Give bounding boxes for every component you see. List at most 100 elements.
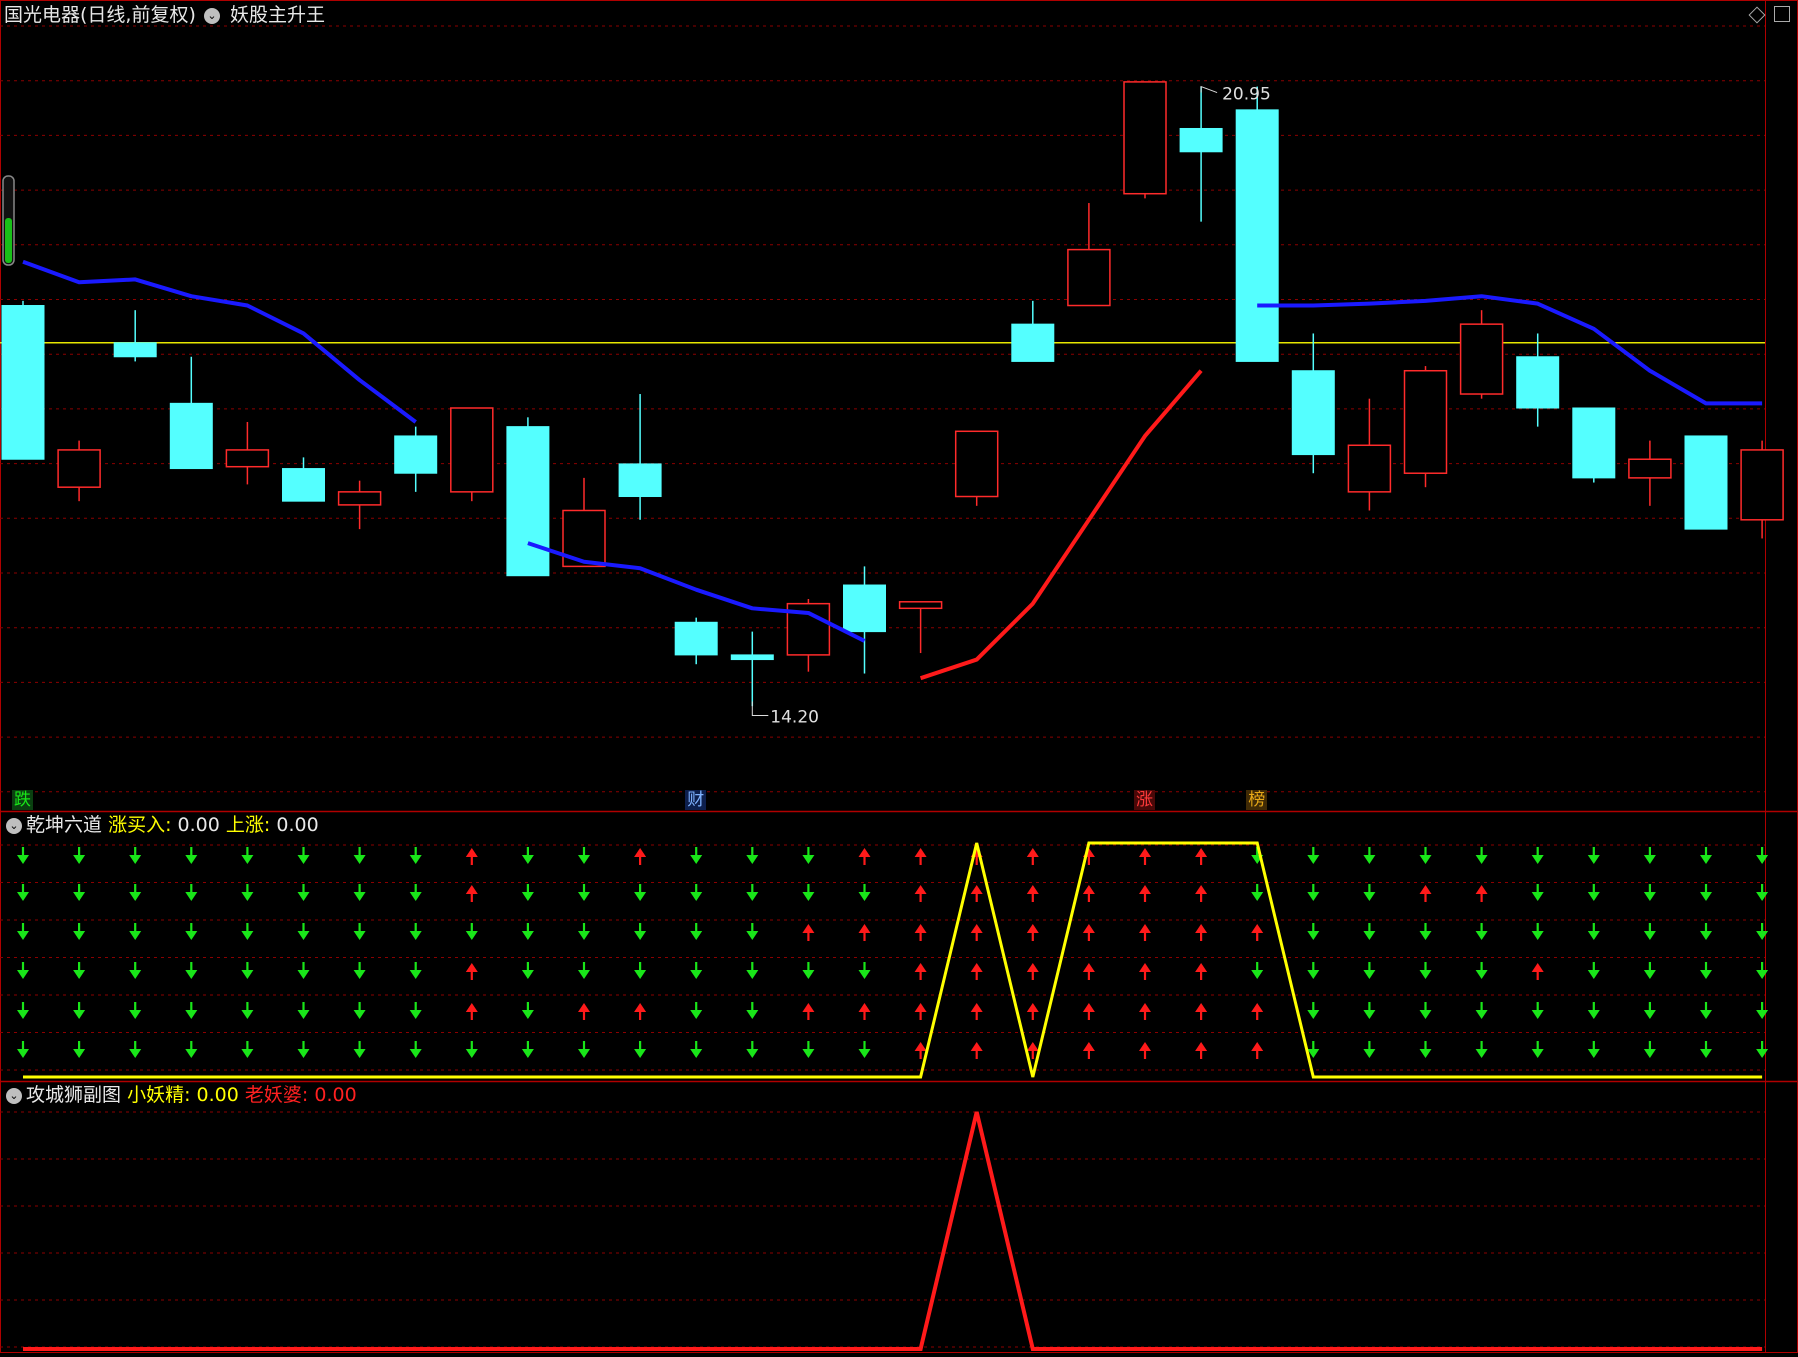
arrow-head (353, 970, 366, 979)
arrow-head (634, 1049, 647, 1058)
arrow-down-icon (1363, 884, 1376, 901)
chevron-down-icon[interactable]: ⌄ (6, 1087, 22, 1104)
arrow-down-icon (73, 1041, 86, 1058)
arrow-head (241, 892, 254, 901)
arrow-down-icon (690, 884, 703, 901)
arrow-up-icon (1026, 885, 1039, 902)
arrow-head (1475, 970, 1488, 979)
arrow-down-icon (1700, 1041, 1712, 1058)
arrow-head (185, 855, 198, 864)
arrow-head (858, 848, 871, 857)
arrow-head (17, 1049, 29, 1058)
arrow-down-icon (73, 923, 86, 940)
candle-body (1459, 323, 1504, 395)
indicator-name[interactable]: 妖股主升王 (230, 4, 325, 26)
arrow-head (297, 855, 310, 864)
arrow-down-icon (1643, 847, 1656, 864)
chevron-down-icon[interactable]: ⌄ (6, 817, 22, 834)
candle-body (1572, 407, 1616, 479)
low-price-pointer (751, 701, 769, 716)
arrow-head (1082, 885, 1095, 894)
arrow-head (297, 1010, 310, 1019)
arrow-head (241, 1049, 254, 1058)
arrow-head (1475, 885, 1488, 894)
arrow-down-icon (1643, 1002, 1656, 1019)
arrow-head (1643, 892, 1656, 901)
arrow-head (1475, 931, 1488, 940)
candle (954, 430, 999, 506)
arrow-head (914, 924, 927, 933)
arrow-head (73, 1049, 86, 1058)
restore-window-icon[interactable] (1774, 6, 1790, 22)
arrow-head (1082, 924, 1095, 933)
arrow-head (1475, 855, 1488, 864)
arrow-head (1195, 885, 1208, 894)
arrow-up-icon (1139, 924, 1151, 941)
arrow-head (297, 931, 310, 940)
arrow-head (465, 1049, 478, 1058)
arrow-down-icon (1756, 923, 1769, 940)
candle (1572, 407, 1616, 483)
candle (1403, 366, 1448, 488)
arrow-up-icon (1082, 924, 1095, 941)
event-tag[interactable]: 财 (685, 790, 707, 810)
event-tag[interactable]: 涨 (1134, 790, 1155, 810)
arrow-down-icon (1587, 962, 1600, 979)
candle-body (506, 426, 550, 577)
arrow-down-icon (521, 1002, 534, 1019)
arrow-head (914, 848, 927, 857)
candle (1291, 333, 1335, 474)
chevron-down-icon[interactable]: ⌄ (203, 7, 220, 24)
arrow-head (1307, 855, 1320, 864)
arrow-head (1026, 1042, 1039, 1051)
stock-chart-window[interactable]: 20.95 14.20 国光电器(日线,前复权) ⌄ 妖股主升王 ⌄ 乾坤六道 涨买… (0, 0, 1798, 1353)
indicator2-header: ⌄ 攻城狮副图 小妖精: 0.00 老妖婆: 0.00 (4, 1084, 357, 1106)
indicator2-title[interactable]: 攻城狮副图 (26, 1084, 121, 1106)
candle (843, 566, 886, 674)
arrow-down-icon (578, 923, 590, 940)
arrow-head (634, 931, 647, 940)
arrow-down-icon (690, 1041, 703, 1058)
arrow-head (17, 1010, 29, 1019)
candle (1235, 86, 1279, 362)
arrow-down-icon (353, 847, 366, 864)
arrow-head (185, 1049, 198, 1058)
chart-canvas[interactable]: 20.95 14.20 (0, 0, 1798, 1353)
arrow-up-icon (1195, 1003, 1208, 1020)
arrow-down-icon (1587, 1002, 1600, 1019)
arrow-up-icon (1139, 848, 1151, 865)
candle-body (1291, 370, 1335, 456)
arrow-up-icon (465, 848, 478, 865)
arrow-head (1700, 970, 1712, 979)
arrow-head (1419, 970, 1432, 979)
candle (1684, 435, 1728, 530)
arrow-down-icon (802, 962, 815, 979)
arrow-down-icon (1643, 884, 1656, 901)
arrow-down-icon (1531, 884, 1544, 901)
arrow-head (129, 970, 142, 979)
event-tag[interactable]: 榜 (1246, 790, 1268, 810)
arrow-down-icon (746, 923, 759, 940)
arrow-up-icon (858, 1003, 871, 1020)
arrow-down-icon (353, 1002, 366, 1019)
arrow-head (1139, 885, 1151, 894)
indicator1-title[interactable]: 乾坤六道 (26, 814, 102, 836)
event-tag[interactable]: 跌 (12, 790, 33, 810)
arrow-head (1363, 1010, 1376, 1019)
arrow-head (690, 855, 703, 864)
arrow-down-icon (241, 1041, 254, 1058)
candle-body (1235, 109, 1279, 362)
arrow-head (1139, 1042, 1151, 1051)
arrow-head (1643, 931, 1656, 940)
arrow-down-icon (409, 1002, 422, 1019)
candle-body (113, 342, 157, 358)
candle (730, 631, 774, 707)
arrow-down-icon (1700, 1002, 1712, 1019)
candle-body (394, 435, 438, 474)
arrow-down-icon (1307, 962, 1320, 979)
arrow-head (1251, 924, 1264, 933)
arrow-down-icon (1587, 847, 1600, 864)
arrow-head (241, 855, 254, 864)
arrow-head (465, 885, 478, 894)
arrow-head (858, 1049, 871, 1058)
